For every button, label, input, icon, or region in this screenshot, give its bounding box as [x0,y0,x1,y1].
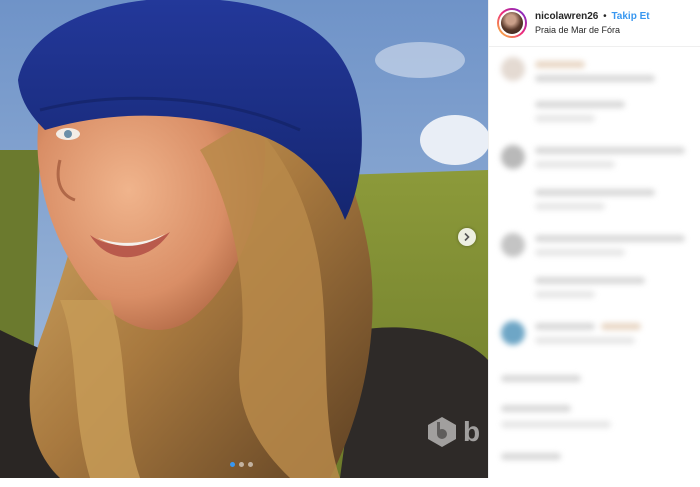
post-sidebar: nicolawren26 • Takip Et Praia de Mar de … [488,0,700,478]
post-photo[interactable]: b [0,0,488,478]
watermark-logo-icon [428,417,456,447]
list-item [489,443,700,487]
list-item [489,135,700,179]
carousel-dot-2 [239,462,244,467]
separator: • [603,10,607,22]
list-item [489,267,700,311]
avatar[interactable] [497,8,527,38]
list-item [489,47,700,91]
list-item [489,223,700,267]
watermark-text: b [463,416,480,447]
list-item [489,179,700,223]
carousel-next-button[interactable] [458,228,476,246]
comments-list [489,47,700,487]
follow-button[interactable]: Takip Et [611,11,649,22]
chevron-right-icon [464,232,470,242]
photo-image [0,0,488,478]
list-item [489,91,700,135]
list-item [489,355,700,399]
carousel-dot-3 [248,462,253,467]
watermark: b [425,415,480,449]
post-header: nicolawren26 • Takip Et Praia de Mar de … [489,0,700,47]
list-item [489,311,700,355]
location-link[interactable]: Praia de Mar de Fóra [535,25,650,36]
username-link[interactable]: nicolawren26 [535,11,598,22]
carousel-indicator [230,462,253,467]
carousel-dot-1 [230,462,235,467]
list-item [489,399,700,443]
